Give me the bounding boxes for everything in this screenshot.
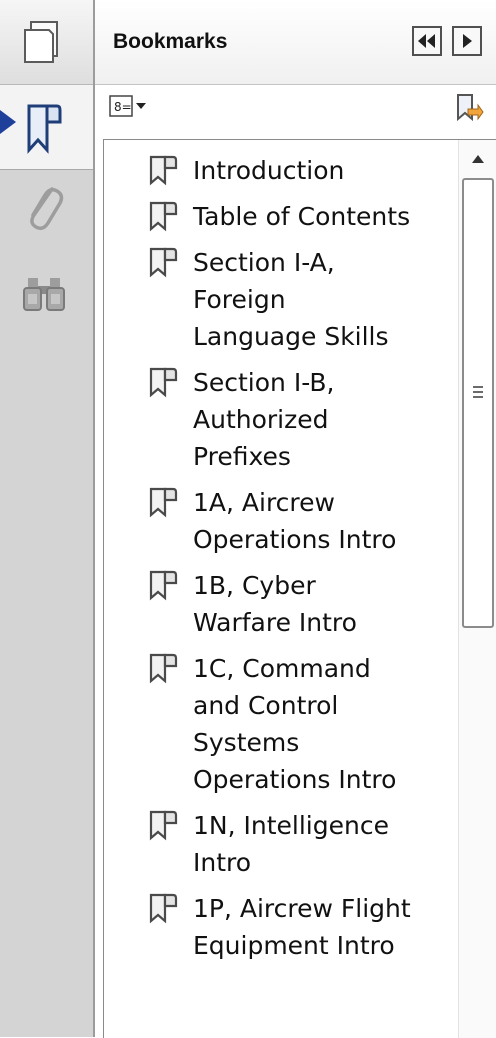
paperclip-icon bbox=[30, 187, 64, 231]
bookmark-icon bbox=[148, 246, 182, 282]
bookmark-action-button[interactable] bbox=[454, 93, 484, 127]
bookmark-icon bbox=[148, 486, 182, 522]
scroll-up-button[interactable] bbox=[459, 140, 496, 178]
bookmark-item[interactable]: Table of Contents bbox=[148, 198, 458, 235]
chevron-down-icon bbox=[136, 103, 146, 109]
binoculars-icon bbox=[23, 278, 65, 311]
bookmark-icon bbox=[148, 892, 182, 928]
bookmark-icon bbox=[148, 154, 182, 190]
panel-title: Bookmarks bbox=[113, 30, 228, 53]
double-left-arrow-icon bbox=[418, 34, 435, 48]
bookmark-item[interactable]: Section I-A, Foreign Language Skills bbox=[148, 244, 458, 355]
options-menu-button[interactable]: 8= bbox=[109, 95, 147, 117]
panel-toolbar: 8= bbox=[95, 85, 496, 139]
bookmark-label: 1A, Aircrew Operations Intro bbox=[193, 488, 397, 554]
bookmarks-panel-button[interactable] bbox=[14, 98, 74, 158]
scroll-grip bbox=[473, 386, 483, 401]
expand-panel-button[interactable] bbox=[452, 26, 482, 56]
svg-text:8=: 8= bbox=[114, 100, 132, 114]
bookmark-item[interactable]: 1A, Aircrew Operations Intro bbox=[148, 484, 458, 558]
bookmark-action-icon bbox=[457, 94, 484, 122]
bookmark-label: 1B, Cyber Warfare Intro bbox=[193, 571, 357, 637]
bookmark-item[interactable]: 1C, Command and Control Systems Operatio… bbox=[148, 650, 458, 798]
bookmark-label: Section I-A, Foreign Language Skills bbox=[193, 248, 389, 351]
bookmark-item[interactable]: Section I-B, Authorized Prefixes bbox=[148, 364, 458, 475]
bookmark-icon bbox=[148, 569, 182, 605]
bookmark-icon bbox=[148, 652, 182, 688]
bookmark-label: 1C, Command and Control Systems Operatio… bbox=[193, 654, 397, 794]
bookmark-label: Introduction bbox=[193, 156, 345, 185]
navigation-rail bbox=[0, 0, 95, 1037]
bookmark-icon bbox=[148, 200, 182, 236]
scroll-thumb[interactable] bbox=[462, 178, 494, 628]
pages-icon bbox=[24, 21, 58, 63]
pages-thumbnails-button[interactable] bbox=[14, 14, 74, 70]
bookmark-label: 1N, Intelligence Intro bbox=[193, 811, 389, 877]
bookmark-list-frame: Introduction Table of Contents Section I-A… bbox=[103, 139, 496, 1038]
bookmark-item[interactable]: Introduction bbox=[148, 152, 458, 189]
attachments-panel-button[interactable] bbox=[14, 176, 74, 240]
bookmark-icon bbox=[148, 366, 182, 402]
panel-header: Bookmarks bbox=[95, 0, 496, 85]
right-arrow-icon bbox=[463, 34, 472, 48]
bookmark-item[interactable]: 1N, Intelligence Intro bbox=[148, 807, 458, 881]
vertical-scrollbar[interactable] bbox=[458, 140, 496, 1038]
bookmark-icon bbox=[148, 809, 182, 845]
bookmark-label: Table of Contents bbox=[193, 202, 411, 231]
bookmark-icon bbox=[27, 104, 62, 154]
collapse-panel-button[interactable] bbox=[412, 26, 442, 56]
bookmark-item[interactable]: 1P, Aircrew Flight Equipment Intro bbox=[148, 890, 458, 964]
chevron-up-icon bbox=[472, 155, 484, 163]
bookmarks-panel: Bookmarks 8= Introduction Table of Conte… bbox=[95, 0, 496, 1038]
bookmark-item[interactable]: 1B, Cyber Warfare Intro bbox=[148, 567, 458, 641]
bookmark-label: 1P, Aircrew Flight Equipment Intro bbox=[193, 894, 411, 960]
search-panel-button[interactable] bbox=[14, 266, 74, 322]
bookmark-label: Section I-B, Authorized Prefixes bbox=[193, 368, 335, 471]
